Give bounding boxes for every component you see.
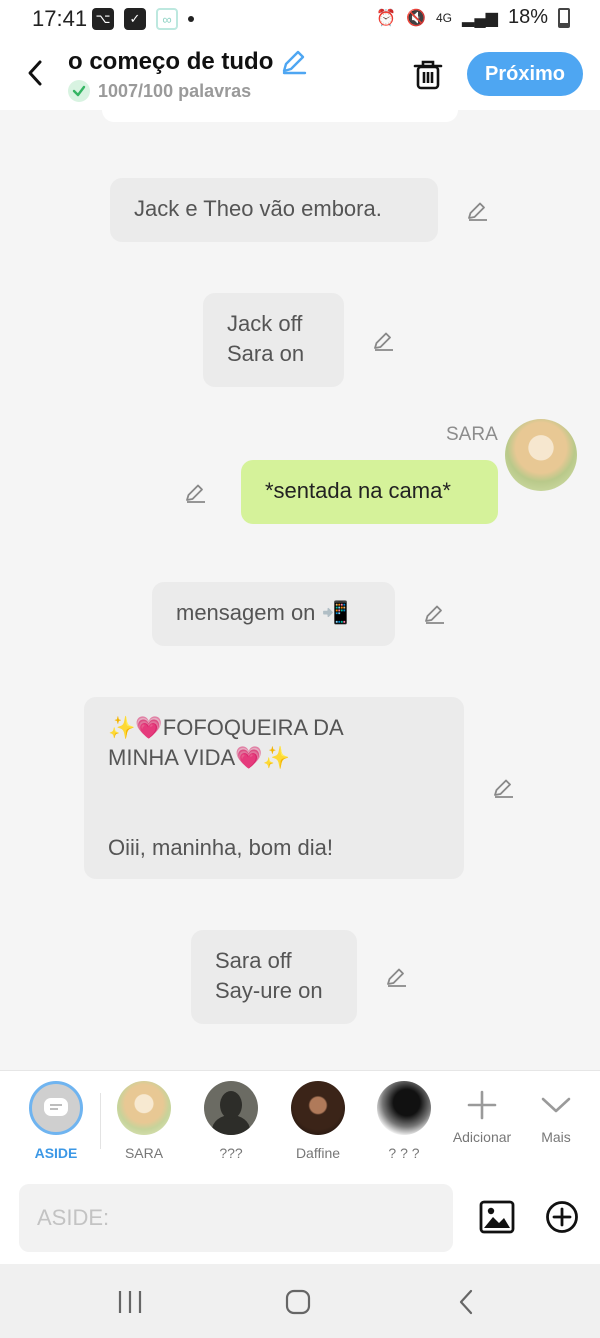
check-icon: [68, 80, 90, 102]
back-button[interactable]: [20, 58, 50, 88]
voicemail-icon: ⌥: [92, 8, 114, 30]
edit-message-icon[interactable]: [370, 328, 396, 354]
signal-icon: ▂▄▆: [462, 9, 498, 27]
network-type: 4G: [436, 10, 453, 25]
word-count-row: 1007/100 palavras: [68, 80, 251, 102]
plus-icon: [467, 1090, 497, 1120]
character-label: Daffine: [295, 1145, 341, 1161]
speaker-name: SARA: [446, 424, 498, 445]
unknown-avatar: [204, 1081, 258, 1135]
character-label: ? ? ?: [388, 1145, 420, 1161]
recent-apps-button[interactable]: [110, 1282, 150, 1322]
battery-icon: [558, 7, 570, 28]
chat-area[interactable]: Jack e Theo vão embora. Jack off Sara on…: [0, 110, 600, 1070]
message-input[interactable]: [19, 1184, 453, 1252]
chevron-down-icon: [541, 1097, 571, 1113]
character-unknown[interactable]: ???: [193, 1081, 269, 1161]
add-label: Adicionar: [452, 1129, 512, 1145]
composer: [0, 1174, 600, 1264]
image-icon: [479, 1200, 515, 1234]
status-time: 17:41: [32, 6, 88, 31]
character-label: ???: [219, 1145, 243, 1161]
home-button[interactable]: [278, 1282, 318, 1322]
character-label: ASIDE: [34, 1145, 78, 1161]
trash-icon: [413, 60, 443, 90]
checkbox-icon: ✓: [124, 8, 146, 30]
previous-message-bubble[interactable]: [102, 110, 458, 122]
character-selector: ASIDE SARA ??? Daffine ? ? ? Adicionar M…: [0, 1070, 600, 1174]
sara-avatar: [117, 1081, 171, 1135]
system-back-button[interactable]: [446, 1282, 486, 1322]
character-mystery[interactable]: ? ? ?: [366, 1081, 442, 1161]
speech-bubble-icon: [44, 1098, 68, 1116]
notification-icons: ⌥ ✓ ∞: [92, 8, 194, 30]
edit-message-icon[interactable]: [464, 198, 490, 224]
system-icons: ⏰ 🔇 4G ▂▄▆ 18%: [376, 6, 570, 29]
character-aside[interactable]: ASIDE: [18, 1081, 94, 1161]
more-button[interactable]: Mais: [521, 1085, 591, 1145]
daffine-avatar: [291, 1081, 345, 1135]
edit-message-icon[interactable]: [421, 601, 447, 627]
edit-message-icon[interactable]: [490, 775, 516, 801]
home-icon: [285, 1289, 311, 1315]
mute-icon: 🔇: [406, 9, 426, 27]
add-button[interactable]: [543, 1198, 581, 1236]
edit-message-icon[interactable]: [182, 480, 208, 506]
system-nav-bar: [0, 1264, 600, 1338]
next-button[interactable]: Próximo: [467, 52, 583, 96]
narration-bubble[interactable]: Jack e Theo vão embora.: [110, 178, 438, 242]
image-button[interactable]: [478, 1198, 516, 1236]
character-label: SARA: [124, 1145, 164, 1161]
edit-message-icon[interactable]: [383, 964, 409, 990]
plus-circle-icon: [546, 1201, 578, 1233]
character-sara[interactable]: SARA: [106, 1081, 182, 1161]
sara-avatar[interactable]: [505, 419, 577, 491]
character-daffine[interactable]: Daffine: [280, 1081, 356, 1161]
edit-title-icon[interactable]: [279, 48, 307, 76]
narration-bubble[interactable]: mensagem on 📲: [152, 582, 395, 646]
battery-text: 18%: [507, 6, 548, 28]
mystery-avatar: [377, 1081, 431, 1135]
status-bar: 17:41 ⌥ ✓ ∞ ⏰ 🔇 4G ▂▄▆ 18%: [0, 0, 600, 40]
aside-avatar: [29, 1081, 83, 1135]
title-row[interactable]: o começo de tudo: [68, 48, 307, 76]
dot-icon: [188, 16, 194, 22]
chevron-left-icon: [28, 60, 42, 86]
divider: [100, 1093, 101, 1149]
recent-apps-icon: [118, 1291, 142, 1313]
word-count: 1007/100 palavras: [98, 80, 252, 101]
narration-bubble[interactable]: Sara off Say-ure on: [191, 930, 357, 1024]
story-title: o começo de tudo: [68, 48, 274, 75]
more-label: Mais: [541, 1129, 571, 1145]
narration-bubble[interactable]: ✨💗FOFOQUEIRA DA MINHA VIDA💗✨ Oiii, manin…: [84, 697, 464, 879]
character-bubble[interactable]: *sentada na cama*: [241, 460, 498, 524]
header: o começo de tudo 1007/100 palavras Próxi…: [0, 40, 600, 110]
link-icon: ∞: [156, 8, 178, 30]
delete-button[interactable]: [410, 56, 446, 92]
back-icon: [459, 1289, 473, 1315]
narration-bubble[interactable]: Jack off Sara on: [203, 293, 344, 387]
add-character-button[interactable]: Adicionar: [447, 1085, 517, 1145]
alarm-icon: ⏰: [376, 9, 397, 27]
